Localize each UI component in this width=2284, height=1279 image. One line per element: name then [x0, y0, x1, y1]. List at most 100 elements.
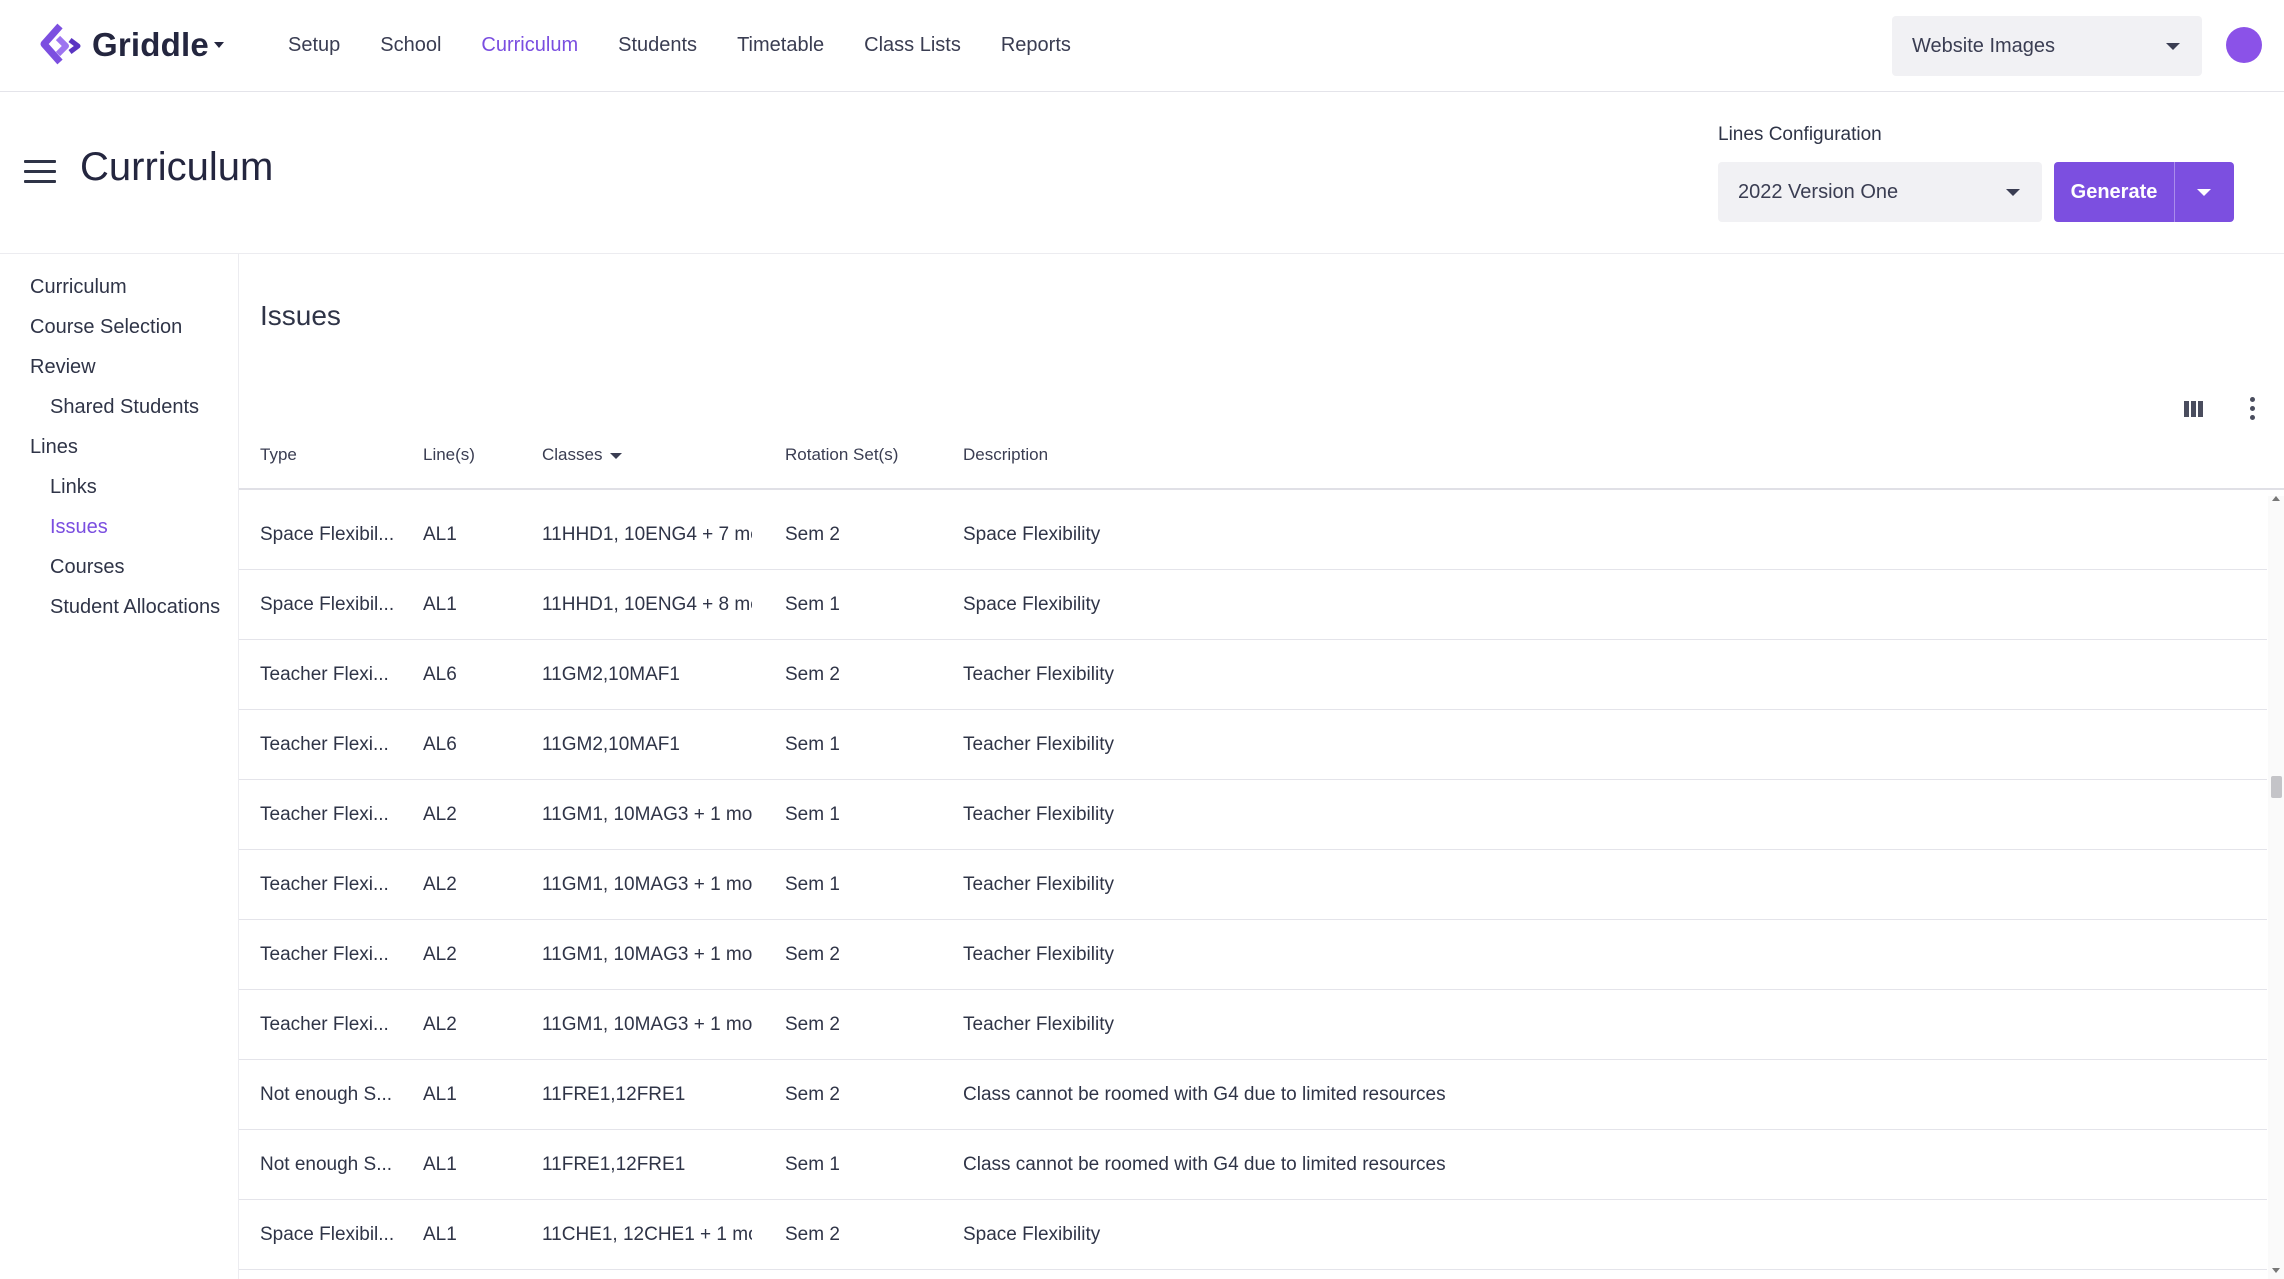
sidebar-item-student-allocations[interactable]: Student Allocations: [50, 596, 220, 619]
table-row[interactable]: Not enough S... AL1 11FRE1,12FRE1 Sem 2 Clas…: [239, 1060, 2267, 1130]
cell-classes: 11GM1, 10MAG3 + 1 more: [542, 874, 752, 895]
lines-configuration-select[interactable]: 2022 Version One: [1718, 162, 2042, 222]
cell-classes: 11FRE1,12FRE1: [542, 1084, 686, 1105]
cell-rotation: Sem 1: [785, 734, 840, 755]
sidebar-item-lines[interactable]: Lines: [30, 436, 78, 459]
cell-rotation: Sem 1: [785, 1154, 840, 1175]
scrollbar-thumb[interactable]: [2271, 776, 2282, 798]
nav-item-students[interactable]: Students: [618, 34, 697, 57]
cell-description: Teacher Flexibility: [963, 664, 1114, 685]
workspace-select[interactable]: Website Images: [1892, 16, 2202, 76]
app-logo[interactable]: Griddle: [36, 22, 209, 68]
cell-lines: AL1: [423, 1224, 457, 1245]
user-avatar[interactable]: [2226, 27, 2262, 63]
nav-item-curriculum[interactable]: Curriculum: [481, 34, 578, 57]
app-menu-chevron-down-icon[interactable]: [214, 42, 224, 48]
table-row[interactable]: Space Flexibil... AL1 11CHE1, 12CHE1 + 1 m…: [239, 1200, 2267, 1270]
cell-classes: 11GM2,10MAF1: [542, 664, 680, 685]
table-row[interactable]: Not enough S... AL1 11FRE1,12FRE1 Sem 1 Clas…: [239, 1130, 2267, 1200]
chevron-down-icon: [2166, 43, 2180, 50]
column-header-lines[interactable]: Line(s): [423, 445, 475, 465]
cell-classes: 11GM1, 10MAG3 + 1 more: [542, 1014, 752, 1035]
generate-split-button: Generate: [2054, 162, 2234, 222]
cell-classes: 11HHD1, 10ENG4 + 8 mor: [542, 594, 752, 615]
table-header-divider: [239, 488, 2284, 490]
cell-classes: 11GM1, 10MAG3 + 1 more: [542, 804, 752, 825]
header-divider: [0, 253, 2284, 254]
column-header-classes[interactable]: Classes: [542, 445, 623, 465]
cell-rotation: Sem 2: [785, 1224, 840, 1245]
chevron-down-icon: [2197, 189, 2211, 196]
sidebar-item-links[interactable]: Links: [50, 476, 97, 499]
cell-lines: AL2: [423, 1014, 457, 1035]
curriculum-sidebar: Curriculum Course Selection Review Shared S…: [0, 254, 239, 1279]
sidebar-item-courses[interactable]: Courses: [50, 556, 124, 579]
cell-lines: AL2: [423, 944, 457, 965]
scroll-down-arrow-icon[interactable]: [2272, 1268, 2280, 1273]
cell-type: Not enough S...: [260, 1084, 393, 1105]
generate-options-button[interactable]: [2174, 162, 2234, 222]
nav-item-school[interactable]: School: [380, 34, 441, 57]
cell-description: Space Flexibility: [963, 1224, 1101, 1245]
cell-classes: 11HHD1, 10ENG4 + 7 mor: [542, 524, 752, 545]
table-row[interactable]: Teacher Flexi... AL2 11GM1, 10MAG3 + 1 mor…: [239, 990, 2267, 1060]
table-row[interactable]: Space Flexibil... AL1 11HHD1, 10ENG4 + 7 m…: [239, 500, 2267, 570]
cell-rotation: Sem 1: [785, 804, 840, 825]
cell-classes: 11GM1, 10MAG3 + 1 more: [542, 944, 752, 965]
chevron-down-icon: [2006, 189, 2020, 196]
sort-desc-icon: [610, 452, 623, 459]
sidebar-item-review[interactable]: Review: [30, 356, 96, 379]
cell-description: Teacher Flexibility: [963, 1014, 1114, 1035]
cell-classes: 11CHE1, 12CHE1 + 1 more: [542, 1224, 752, 1245]
table-row[interactable]: Teacher Flexi... AL2 11GM1, 10MAG3 + 1 mor…: [239, 780, 2267, 850]
cell-lines: AL1: [423, 1154, 457, 1175]
cell-lines: AL2: [423, 874, 457, 895]
more-vert-icon[interactable]: [2249, 397, 2257, 421]
table-row[interactable]: Space Flexibil... AL1 11HHD1, 10ENG4 + 8 m…: [239, 570, 2267, 640]
nav-item-timetable[interactable]: Timetable: [737, 34, 824, 57]
sidebar-item-shared-students[interactable]: Shared Students: [50, 396, 199, 419]
top-app-bar: Griddle Setup School Curriculum Students Tim…: [0, 0, 2284, 92]
menu-icon[interactable]: [24, 160, 56, 184]
sidebar-item-issues[interactable]: Issues: [50, 516, 108, 539]
cell-description: Teacher Flexibility: [963, 734, 1114, 755]
cell-lines: AL1: [423, 524, 457, 545]
sidebar-item-course-selection[interactable]: Course Selection: [30, 316, 182, 339]
table-row[interactable]: Teacher Flexi... AL6 11GM2,10MAF1 Sem 1 Teac…: [239, 710, 2267, 780]
nav-item-class-lists[interactable]: Class Lists: [864, 34, 961, 57]
columns-icon[interactable]: [2184, 401, 2204, 417]
cell-type: Space Flexibil...: [260, 594, 395, 615]
column-header-type[interactable]: Type: [260, 445, 297, 465]
sidebar-item-curriculum[interactable]: Curriculum: [30, 276, 127, 299]
cell-description: Class cannot be roomed with G4 due to li…: [963, 1084, 1446, 1105]
griddle-logo-icon: [40, 23, 81, 65]
cell-description: Teacher Flexibility: [963, 944, 1114, 965]
table-row[interactable]: Teacher Flexi... AL2 11GM1, 10MAG3 + 1 mor…: [239, 850, 2267, 920]
cell-lines: AL6: [423, 664, 457, 685]
cell-description: Teacher Flexibility: [963, 804, 1114, 825]
cell-type: Teacher Flexi...: [260, 804, 389, 825]
cell-type: Space Flexibil...: [260, 524, 395, 545]
column-header-classes-label: Classes: [542, 445, 603, 464]
generate-button[interactable]: Generate: [2054, 162, 2174, 222]
scroll-up-arrow-icon[interactable]: [2272, 496, 2280, 501]
app-name: Griddle: [92, 26, 209, 63]
nav-item-reports[interactable]: Reports: [1001, 34, 1071, 57]
cell-type: Teacher Flexi...: [260, 734, 389, 755]
issues-table-body: Space Flexibil... AL1 11HHD1, 10ENG4 + 7 m…: [239, 500, 2267, 1279]
table-row[interactable]: Teacher Flexi... AL6 11GM2,10MAF1 Sem 2 Teac…: [239, 640, 2267, 710]
cell-description: Class cannot be roomed with G4 due to li…: [963, 1154, 1446, 1175]
lines-configuration-label: Lines Configuration: [1718, 124, 1882, 145]
column-header-rotation[interactable]: Rotation Set(s): [785, 445, 898, 465]
cell-classes: 11GM2,10MAF1: [542, 734, 680, 755]
cell-rotation: Sem 2: [785, 944, 840, 965]
cell-type: Space Flexibil...: [260, 1224, 395, 1245]
table-scrollbar[interactable]: [2268, 496, 2284, 1279]
page-title: Curriculum: [80, 145, 274, 189]
cell-rotation: Sem 1: [785, 874, 840, 895]
cell-description: Teacher Flexibility: [963, 874, 1114, 895]
cell-lines: AL2: [423, 804, 457, 825]
table-row[interactable]: Teacher Flexi... AL2 11GM1, 10MAG3 + 1 mor…: [239, 920, 2267, 990]
column-header-description[interactable]: Description: [963, 445, 1048, 465]
nav-item-setup[interactable]: Setup: [288, 34, 340, 57]
